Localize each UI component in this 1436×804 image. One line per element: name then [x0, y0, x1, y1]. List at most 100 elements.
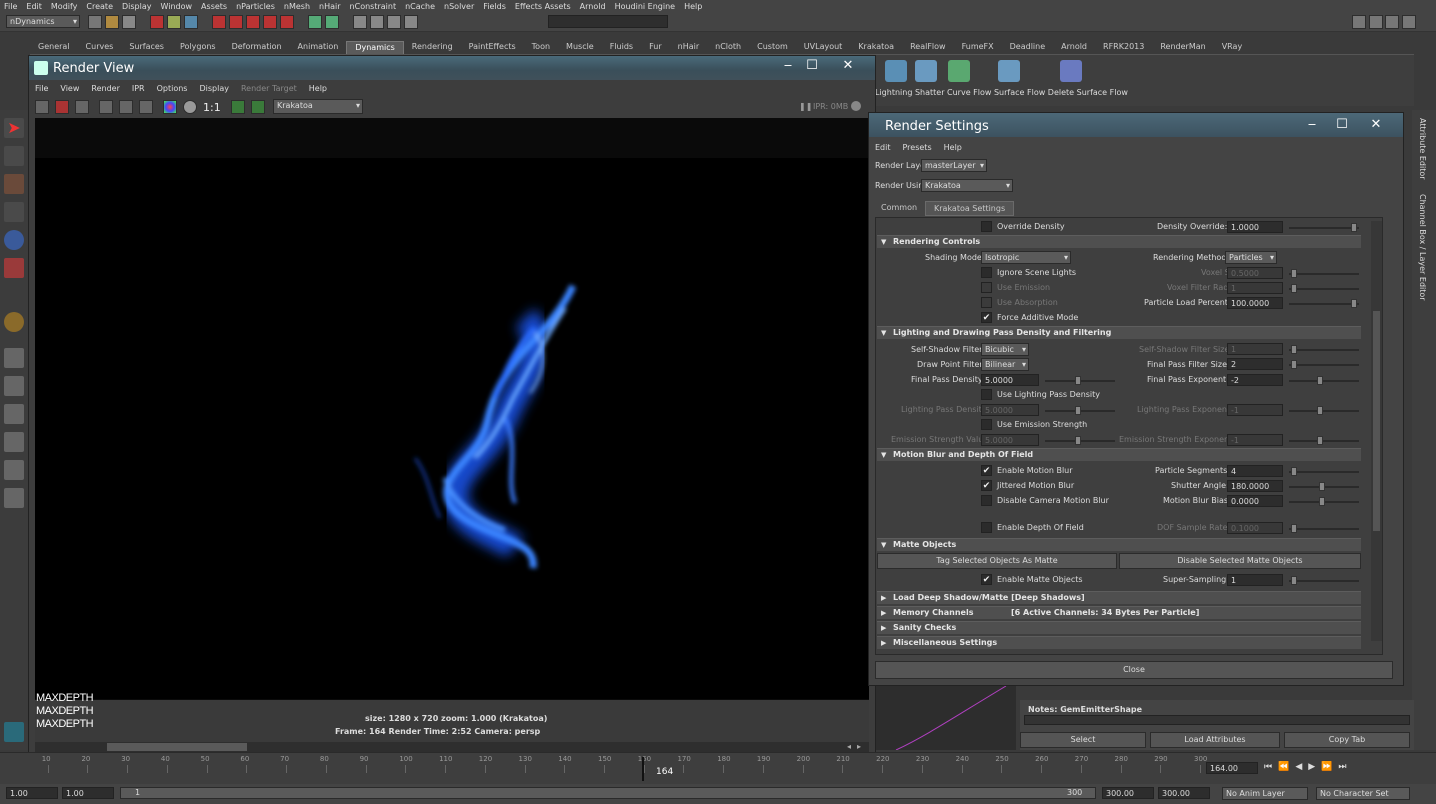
- shelf-tab[interactable]: Krakatoa: [850, 41, 902, 54]
- section-deep-shadow[interactable]: Load Deep Shadow/Matte [Deep Shadows]: [877, 591, 1361, 604]
- keep-image-icon[interactable]: [251, 100, 265, 114]
- tag-matte-button[interactable]: Tag Selected Objects As Matte: [877, 553, 1117, 569]
- mb-bias-slider[interactable]: [1289, 497, 1359, 506]
- close-button[interactable]: Close: [875, 661, 1393, 679]
- override-density-checkbox[interactable]: [981, 221, 992, 232]
- shelf-tab[interactable]: General: [30, 41, 78, 54]
- save-image-icon[interactable]: [231, 100, 245, 114]
- input-line-field[interactable]: [548, 15, 668, 28]
- disable-camera-mb-checkbox[interactable]: [981, 495, 992, 506]
- shelf-tab[interactable]: RealFlow: [902, 41, 954, 54]
- rotate-tool-icon[interactable]: [4, 230, 24, 250]
- density-override-field[interactable]: 1.0000: [1227, 221, 1283, 233]
- section-lighting-pass[interactable]: Lighting and Drawing Pass Density and Fi…: [877, 326, 1361, 339]
- menuset-dropdown[interactable]: nDynamics ▾: [6, 15, 80, 28]
- final-pass-density-slider[interactable]: [1045, 376, 1115, 385]
- minimize-icon[interactable]: ‒: [777, 58, 799, 74]
- paint-select-tool-icon[interactable]: [4, 174, 24, 194]
- range-slider[interactable]: 1 300: [120, 787, 1096, 799]
- history-icon[interactable]: [308, 15, 322, 29]
- snap-plane-icon[interactable]: [263, 15, 277, 29]
- new-scene-icon[interactable]: [88, 15, 102, 29]
- layout-two-icon[interactable]: [4, 404, 24, 424]
- shelf-tab[interactable]: Rendering: [404, 41, 461, 54]
- snap-surface-icon[interactable]: [280, 15, 294, 29]
- copy-tab-button[interactable]: Copy Tab: [1284, 732, 1410, 748]
- slider-knob[interactable]: [1351, 223, 1357, 232]
- menu-item[interactable]: nCache: [405, 2, 435, 11]
- shelf-tab[interactable]: Polygons: [172, 41, 224, 54]
- menu-item[interactable]: nParticles: [236, 2, 275, 11]
- menu-item[interactable]: Effects Assets: [515, 2, 571, 11]
- slider-knob[interactable]: [1291, 467, 1297, 476]
- snap-curve-icon[interactable]: [229, 15, 243, 29]
- shelf-tab[interactable]: Fluids: [602, 41, 641, 54]
- render-view-menu-item[interactable]: IPR: [132, 84, 145, 96]
- render-settings-menu-item[interactable]: Presets: [903, 143, 932, 152]
- select-tool-icon[interactable]: ➤: [4, 118, 24, 138]
- time-slider[interactable]: 10 20 30 40 50 60 70 80 90 100 110 120 130 140 150 160 1…: [0, 752, 1436, 784]
- slider-knob[interactable]: [1319, 482, 1325, 491]
- shelf-tab[interactable]: Curves: [78, 41, 122, 54]
- shelf-tab[interactable]: UVLayout: [796, 41, 851, 54]
- final-pass-density-field[interactable]: 5.0000: [981, 374, 1039, 386]
- shelf-tab[interactable]: Animation: [290, 41, 347, 54]
- particle-load-slider[interactable]: [1289, 299, 1359, 308]
- section-motion-blur[interactable]: Motion Blur and Depth Of Field: [877, 448, 1361, 461]
- go-to-start-icon[interactable]: ⏮: [1264, 762, 1278, 772]
- slider-knob[interactable]: [1319, 497, 1325, 506]
- enable-dof-checkbox[interactable]: [981, 522, 992, 533]
- play-icon[interactable]: ▶: [1308, 762, 1321, 772]
- close-icon[interactable]: ✕: [1365, 117, 1387, 133]
- step-forward-icon[interactable]: ⏩: [1321, 762, 1338, 772]
- alpha-channel-icon[interactable]: [183, 100, 197, 114]
- scroll-right-icon[interactable]: ▸: [857, 742, 861, 751]
- step-back-icon[interactable]: ◀: [1295, 762, 1308, 772]
- maximize-icon[interactable]: ☐: [801, 58, 823, 74]
- self-shadow-filter-dropdown[interactable]: Bicubic: [981, 343, 1029, 356]
- load-attributes-button[interactable]: Load Attributes: [1150, 732, 1280, 748]
- toggle-channel-box-icon[interactable]: [1401, 15, 1416, 29]
- render-settings-menu-item[interactable]: Edit: [875, 143, 891, 152]
- toggle-attribute-editor-icon[interactable]: [1368, 15, 1383, 29]
- shading-mode-dropdown[interactable]: Isotropic: [981, 251, 1071, 264]
- super-sampling-slider[interactable]: [1289, 576, 1359, 585]
- slider-knob[interactable]: [1291, 576, 1297, 585]
- universal-manip-icon[interactable]: [4, 312, 24, 332]
- curve-flow-icon[interactable]: [948, 60, 970, 82]
- final-pass-exponent-field[interactable]: -2: [1227, 374, 1283, 386]
- use-lighting-density-checkbox[interactable]: [981, 389, 992, 400]
- current-frame-field[interactable]: 164.00: [1206, 762, 1258, 774]
- section-sanity-checks[interactable]: Sanity Checks: [877, 621, 1361, 634]
- shelf-tab[interactable]: RenderMan: [1152, 41, 1213, 54]
- go-to-end-icon[interactable]: ⏭: [1338, 762, 1352, 772]
- rgb-channel-icon[interactable]: [163, 100, 177, 114]
- render-layer-dropdown[interactable]: masterLayer: [921, 159, 987, 172]
- final-pass-exponent-slider[interactable]: [1289, 376, 1359, 385]
- settings-scrollbar[interactable]: [1371, 221, 1382, 641]
- renderer-dropdown[interactable]: Krakatoa ▾: [273, 99, 363, 114]
- anim-layer-dropdown[interactable]: No Anim Layer: [1222, 787, 1308, 800]
- hypershade-icon[interactable]: [404, 15, 418, 29]
- shatter-icon[interactable]: [915, 60, 937, 82]
- shelf-tab[interactable]: PaintEffects: [461, 41, 524, 54]
- render-settings-titlebar[interactable]: Render Settings ‒ ☐ ✕: [869, 113, 1403, 137]
- shelf-tab[interactable]: nHair: [670, 41, 708, 54]
- use-absorption-checkbox[interactable]: [981, 297, 992, 308]
- ipr-icon[interactable]: [99, 100, 113, 114]
- close-icon[interactable]: ✕: [837, 58, 859, 74]
- layout-hypershade-icon[interactable]: [4, 488, 24, 508]
- menu-item[interactable]: Assets: [201, 2, 227, 11]
- menu-item[interactable]: nConstraint: [350, 2, 397, 11]
- attribute-editor-tab[interactable]: Attribute Editor: [1418, 118, 1427, 180]
- shelf-tab[interactable]: Muscle: [558, 41, 602, 54]
- start-time-field[interactable]: 1.00: [6, 787, 58, 799]
- layout-four-icon[interactable]: [4, 376, 24, 396]
- menu-item[interactable]: Modify: [51, 2, 78, 11]
- playback-end-field[interactable]: 300.00: [1102, 787, 1154, 799]
- section-rendering-controls[interactable]: Rendering Controls: [877, 235, 1361, 248]
- slider-knob[interactable]: [1351, 299, 1357, 308]
- menu-item[interactable]: File: [4, 2, 17, 11]
- layout-outliner-icon[interactable]: [4, 432, 24, 452]
- shutter-angle-field[interactable]: 180.0000: [1227, 480, 1283, 492]
